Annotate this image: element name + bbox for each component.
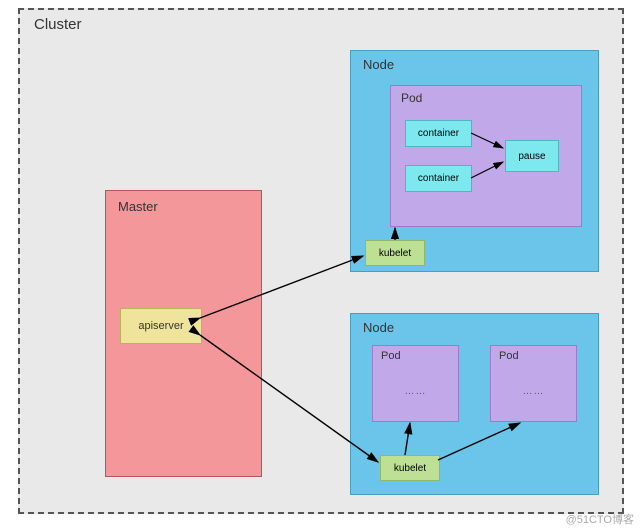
cluster-label: Cluster xyxy=(34,16,82,33)
diagram-canvas: { "cluster": { "label": "Cluster" }, "ma… xyxy=(0,0,640,531)
node1-pod-label: Pod xyxy=(401,91,422,105)
node2-pod1-label: Pod xyxy=(381,350,401,362)
container2-box: container xyxy=(405,165,472,192)
pause-box: pause xyxy=(505,140,559,172)
container1-box: container xyxy=(405,120,472,147)
master-label: Master xyxy=(118,199,158,214)
apiserver-box: apiserver xyxy=(120,308,202,344)
node2-pod1-ellipsis: …… xyxy=(373,386,458,397)
node2-pod1-box: Pod …… xyxy=(372,345,459,422)
kubelet2-box: kubelet xyxy=(380,455,440,481)
node2-pod2-ellipsis: …… xyxy=(491,386,576,397)
node2-label: Node xyxy=(363,320,394,335)
kubelet1-box: kubelet xyxy=(365,240,425,266)
node2-pod2-label: Pod xyxy=(499,350,519,362)
watermark-text: @51CTO博客 xyxy=(566,511,634,527)
node2-pod2-box: Pod …… xyxy=(490,345,577,422)
node1-label: Node xyxy=(363,57,394,72)
